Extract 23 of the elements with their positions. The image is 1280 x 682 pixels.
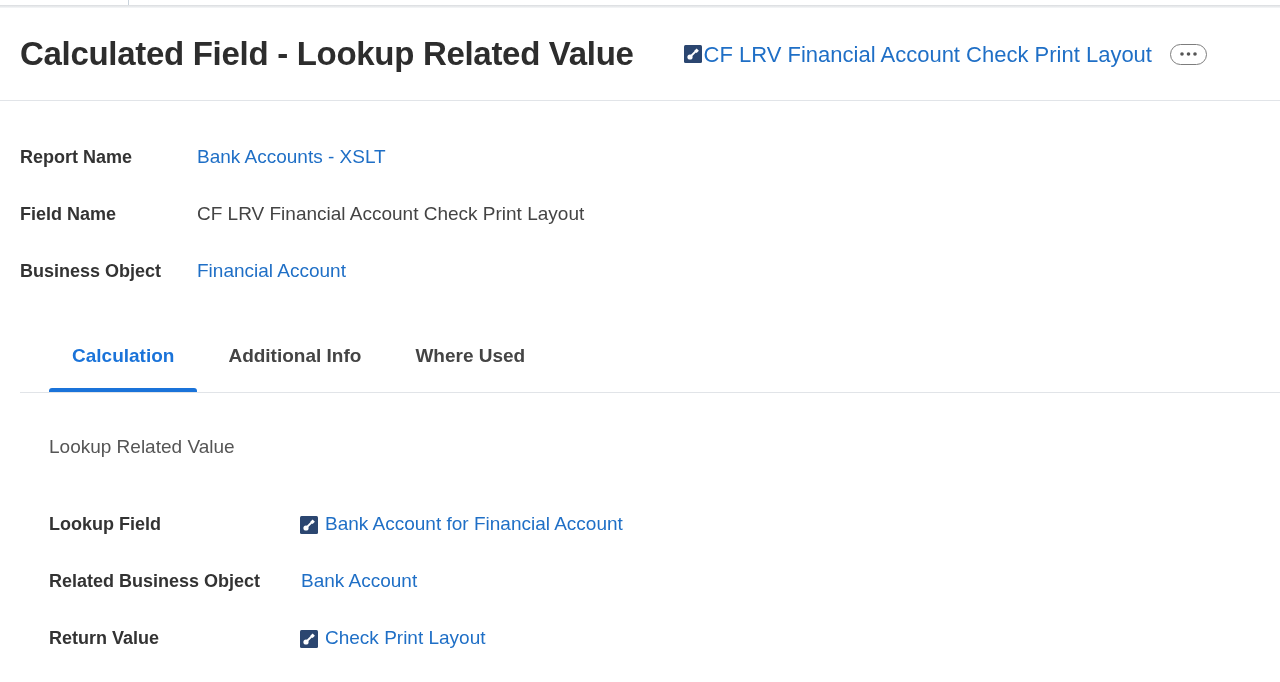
tab[interactable]: Calculation xyxy=(49,336,198,392)
field-label: Lookup Field xyxy=(49,513,162,536)
record-link[interactable]: CF LRV Financial Account Check Print Layout xyxy=(703,37,1152,71)
page-title: Calculated Field - Lookup Related Value xyxy=(20,34,634,75)
related-link[interactable]: Bank Account for Financial Account xyxy=(325,510,623,539)
tab[interactable]: Additional Info xyxy=(205,336,385,392)
field-label: Field Name xyxy=(20,203,118,226)
link-icon xyxy=(300,629,318,648)
field-value: CF LRV Financial Account Check Print Layout xyxy=(197,202,585,227)
field-label: Report Name xyxy=(20,146,134,169)
calculation-type: Lookup Related Value xyxy=(49,435,235,459)
tab[interactable]: Where Used xyxy=(392,336,549,392)
field-label: Business Object xyxy=(20,260,163,283)
field-label: Return Value xyxy=(49,627,161,650)
link-icon xyxy=(683,45,702,63)
value-link[interactable]: Bank Accounts - XSLT xyxy=(197,143,386,172)
more-button[interactable] xyxy=(1169,43,1207,65)
value-link[interactable]: Financial Account xyxy=(197,257,346,286)
value-link[interactable]: Bank Account xyxy=(301,567,418,596)
link-icon xyxy=(300,515,318,534)
related-link[interactable]: Check Print Layout xyxy=(325,624,486,653)
more-icon xyxy=(1179,52,1197,56)
field-label: Related Business Object xyxy=(49,570,262,593)
